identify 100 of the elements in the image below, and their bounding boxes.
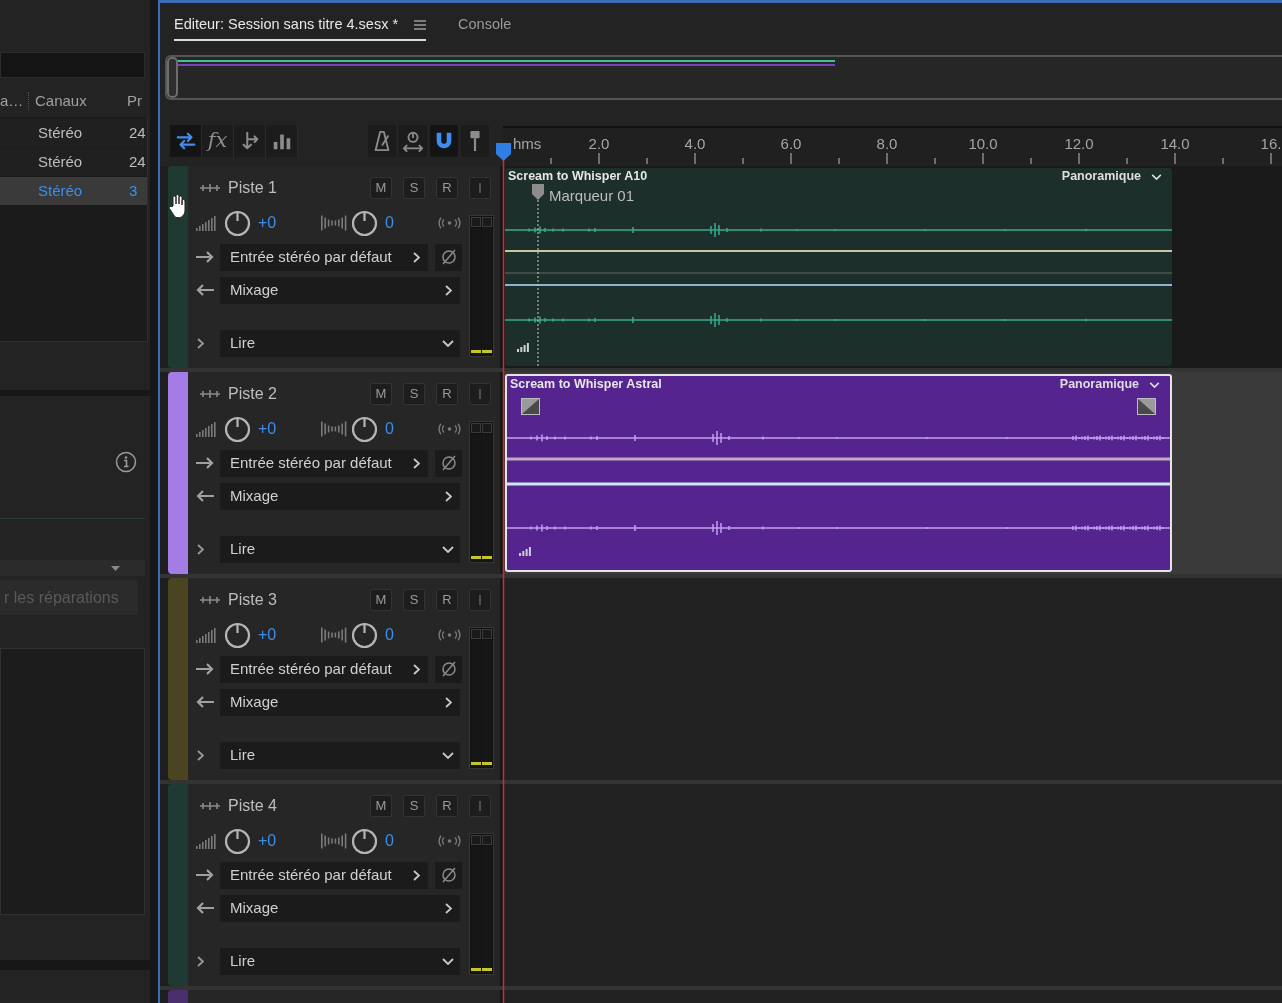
track-name[interactable]: Piste 1 xyxy=(228,176,277,200)
fade-out-icon[interactable] xyxy=(1137,398,1156,415)
automation-dropdown[interactable]: Lire xyxy=(220,535,460,563)
pan-value[interactable]: 0 xyxy=(385,623,394,647)
pan-knob[interactable] xyxy=(351,827,378,855)
volume-value[interactable]: +0 xyxy=(258,623,313,647)
mute-button[interactable]: M xyxy=(370,177,392,199)
audio-track-icon xyxy=(200,801,220,811)
column-header[interactable]: Canaux xyxy=(35,89,123,113)
info-icon[interactable] xyxy=(115,451,137,473)
time-label: 8.0 xyxy=(876,134,898,154)
menu-icon[interactable] xyxy=(414,19,427,30)
editor-tab[interactable]: Console xyxy=(458,10,512,41)
pan-knob[interactable] xyxy=(351,209,378,237)
overview-handle[interactable] xyxy=(167,57,178,98)
volume-icon xyxy=(195,421,218,437)
input-monitor-button[interactable] xyxy=(469,383,491,405)
record-arm-button[interactable]: R xyxy=(436,383,458,405)
automation-dropdown[interactable]: Lire xyxy=(220,947,460,975)
column-header[interactable]: a… xyxy=(0,89,24,113)
chevron-right-icon xyxy=(445,490,452,502)
input-monitor-button[interactable] xyxy=(469,177,491,199)
solo-button[interactable]: S xyxy=(403,177,425,199)
marker-icon[interactable] xyxy=(532,184,544,200)
broadcast-icon xyxy=(437,423,462,435)
pan-mode-dropdown[interactable]: Panoramique xyxy=(1061,167,1162,186)
solo-button[interactable]: S xyxy=(403,795,425,817)
search-field[interactable] xyxy=(0,52,145,78)
pan-mode-dropdown[interactable]: Panoramique xyxy=(1059,375,1160,394)
fx-button[interactable]: fx xyxy=(202,125,234,157)
volume-value[interactable]: +0 xyxy=(258,829,313,853)
right-arrow-icon xyxy=(195,456,215,470)
output-dropdown[interactable]: Mixage xyxy=(220,482,460,510)
pan-value[interactable]: 0 xyxy=(385,417,394,441)
pan-value[interactable]: 0 xyxy=(385,211,394,235)
time-label: 12.0 xyxy=(1064,134,1094,154)
solo-button[interactable]: S xyxy=(403,383,425,405)
time-ruler[interactable]: hms 2.0 4.0 6.0 8.0 10.0 12.0 14.0 16. xyxy=(503,126,1282,165)
column-header[interactable]: Pr xyxy=(127,89,142,113)
mute-button[interactable]: M xyxy=(370,589,392,611)
track-name[interactable]: Piste 4 xyxy=(228,794,277,818)
automation-dropdown[interactable]: Lire xyxy=(220,329,460,357)
automation-dropdown[interactable]: Lire xyxy=(220,741,460,769)
toolbar-button[interactable] xyxy=(399,125,427,157)
bars-icon[interactable] xyxy=(519,546,531,556)
pan-icon xyxy=(320,833,347,849)
toolbar-button[interactable] xyxy=(430,125,458,157)
input-monitor-button[interactable] xyxy=(469,589,491,611)
phase-button[interactable] xyxy=(435,449,462,477)
output-dropdown[interactable]: Mixage xyxy=(220,276,460,304)
line-icon xyxy=(479,595,481,605)
phase-button[interactable] xyxy=(435,655,462,683)
toolbar-button[interactable] xyxy=(234,125,266,157)
input-dropdown[interactable]: Entrée stéréo par défaut xyxy=(220,655,428,683)
track-name[interactable]: Piste 3 xyxy=(228,588,277,612)
file-row[interactable]: Stéréo 24 xyxy=(0,119,147,147)
editor-tab[interactable]: Editeur: Session sans titre 4.sesx * xyxy=(174,10,427,41)
audio-clip[interactable]: Scream to Whisper Astral Panoramique xyxy=(505,374,1172,572)
chevron-down-icon xyxy=(1149,381,1160,388)
output-dropdown[interactable]: Mixage xyxy=(220,688,460,716)
record-arm-button[interactable]: R xyxy=(436,589,458,611)
slashed-circle-icon xyxy=(440,867,457,883)
record-arm-button[interactable]: R xyxy=(436,177,458,199)
volume-value[interactable]: +0 xyxy=(258,211,313,235)
pan-knob[interactable] xyxy=(351,415,378,443)
record-arm-button[interactable]: R xyxy=(436,795,458,817)
bars-icon[interactable] xyxy=(517,342,529,352)
marker-label[interactable]: Marqueur 01 xyxy=(549,185,635,208)
mute-button[interactable]: M xyxy=(370,795,392,817)
pan-value[interactable]: 0 xyxy=(385,829,394,853)
input-dropdown[interactable]: Entrée stéréo par défaut xyxy=(220,243,428,271)
fade-in-icon[interactable] xyxy=(521,398,540,415)
output-dropdown[interactable]: Mixage xyxy=(220,894,460,922)
toolbar-button[interactable] xyxy=(170,125,202,157)
toolbar-button[interactable] xyxy=(461,125,489,157)
input-dropdown[interactable]: Entrée stéréo par défaut xyxy=(220,449,428,477)
file-row[interactable]: Stéréo 3 xyxy=(0,177,147,205)
pan-knob[interactable] xyxy=(351,621,378,649)
dropdown-field[interactable] xyxy=(0,560,145,576)
time-unit-label: hms xyxy=(513,134,542,154)
overview-bar[interactable] xyxy=(165,55,1282,100)
volume-value[interactable]: +0 xyxy=(258,417,313,441)
volume-knob[interactable] xyxy=(224,621,251,649)
input-monitor-button[interactable] xyxy=(469,795,491,817)
phase-button[interactable] xyxy=(435,243,462,271)
file-row[interactable]: Stéréo 24 xyxy=(0,148,147,176)
toolbar-button[interactable] xyxy=(368,125,396,157)
solo-button[interactable]: S xyxy=(403,589,425,611)
chevron-down-icon xyxy=(1151,173,1162,180)
toolbar-button[interactable] xyxy=(266,125,298,157)
phase-button[interactable] xyxy=(435,861,462,889)
input-dropdown[interactable]: Entrée stéréo par défaut xyxy=(220,861,428,889)
chevron-right-icon xyxy=(445,696,452,708)
track-name[interactable]: Piste 2 xyxy=(228,382,277,406)
volume-knob[interactable] xyxy=(224,209,251,237)
volume-knob[interactable] xyxy=(224,827,251,855)
audio-clip[interactable]: Scream to Whisper A10 Panoramique Marqueur 01 xyxy=(505,168,1172,366)
mute-button[interactable]: M xyxy=(370,383,392,405)
volume-knob[interactable] xyxy=(224,415,251,443)
chevron-right-icon xyxy=(197,337,204,349)
